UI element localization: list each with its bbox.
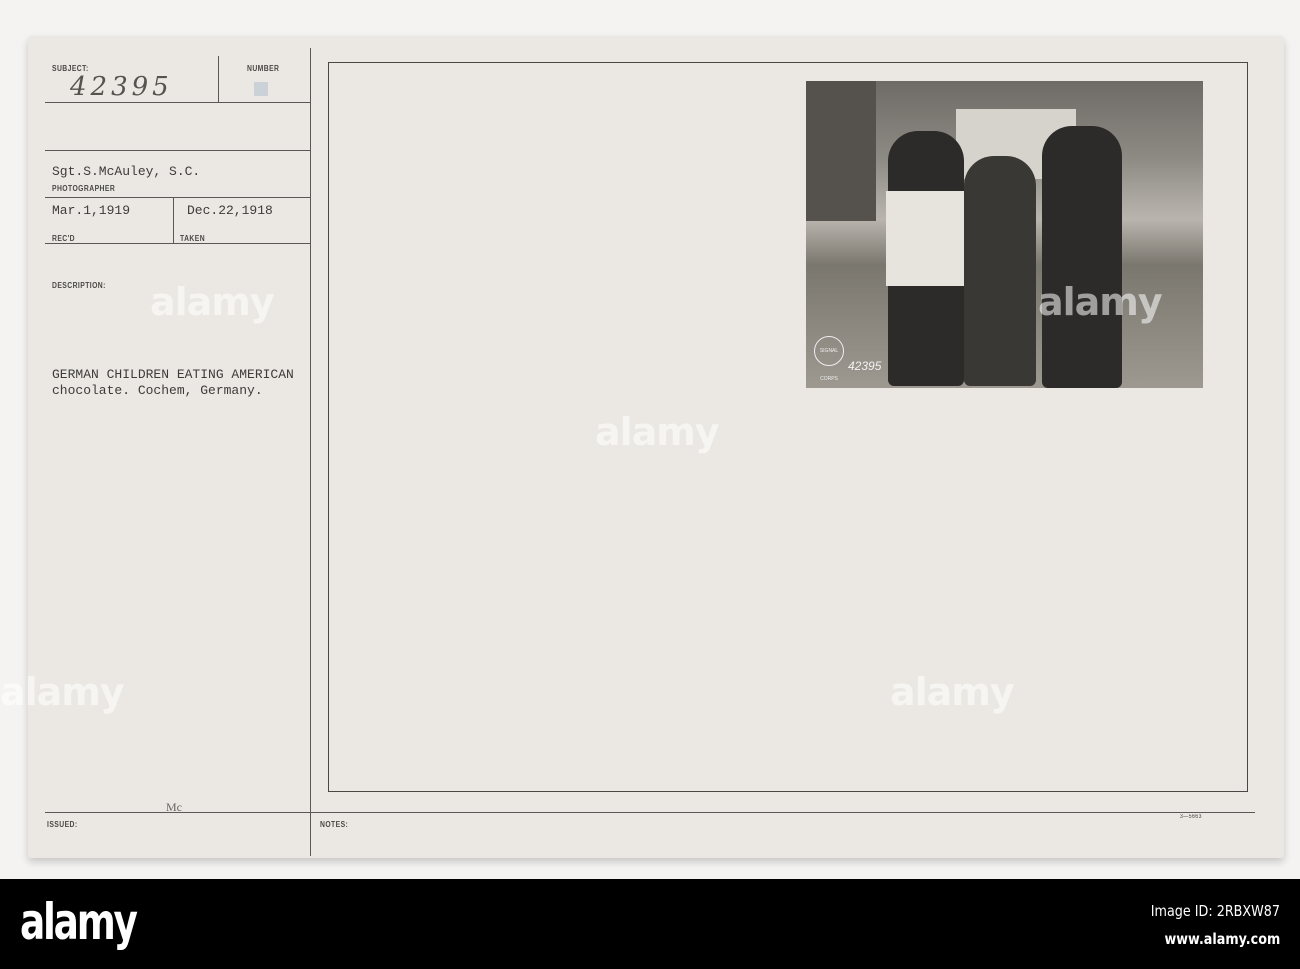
image-id: Image ID: 2RBXW87 — [1150, 902, 1280, 920]
column-divider — [310, 48, 311, 856]
watermark: alamy — [595, 410, 720, 454]
description-line-1: GERMAN CHILDREN EATING AMERICAN — [52, 367, 294, 382]
child-middle — [964, 156, 1036, 386]
photo-number: 42395 — [848, 359, 882, 373]
divider — [45, 197, 310, 198]
child-right — [1042, 126, 1122, 388]
issued-initials: Mc — [166, 800, 182, 814]
photograph: SIGNAL CORPS USA 42395 — [806, 81, 1203, 388]
description-label: DESCRIPTION: — [52, 281, 106, 290]
taken-label: TAKEN — [180, 234, 206, 243]
subject-number: 42395 — [70, 72, 173, 102]
divider — [45, 243, 310, 244]
photographer-label: PHOTOGRAPHER — [52, 184, 116, 193]
received-label: REC'D — [52, 234, 76, 243]
watermark: alamy — [1038, 280, 1163, 324]
taken-date: Dec.22,1918 — [187, 203, 273, 218]
site-url: www.alamy.com — [1164, 930, 1280, 948]
watermark: alamy — [150, 280, 275, 324]
number-stamp — [254, 82, 268, 96]
photographer: Sgt.S.McAuley, S.C. — [52, 164, 201, 179]
date-divider — [173, 197, 174, 243]
number-label: NUMBER — [247, 64, 280, 73]
number-divider — [218, 56, 219, 102]
signal-corps-stamp: SIGNAL CORPS USA — [814, 336, 844, 382]
apron — [886, 191, 964, 286]
divider — [45, 150, 310, 151]
alamy-logo: alamy — [20, 893, 138, 951]
footer-band — [0, 879, 1300, 969]
divider — [45, 812, 1255, 813]
received-date: Mar.1,1919 — [52, 203, 131, 218]
description-line-2: chocolate. Cochem, Germany. — [52, 383, 263, 398]
watermark: alamy — [0, 670, 125, 714]
watermark: alamy — [890, 670, 1015, 714]
building — [806, 81, 876, 221]
issued-label: ISSUED: — [47, 820, 78, 829]
notes-label: NOTES: — [320, 820, 349, 829]
form-number: 3—5663 — [1180, 814, 1202, 820]
divider — [45, 102, 310, 103]
